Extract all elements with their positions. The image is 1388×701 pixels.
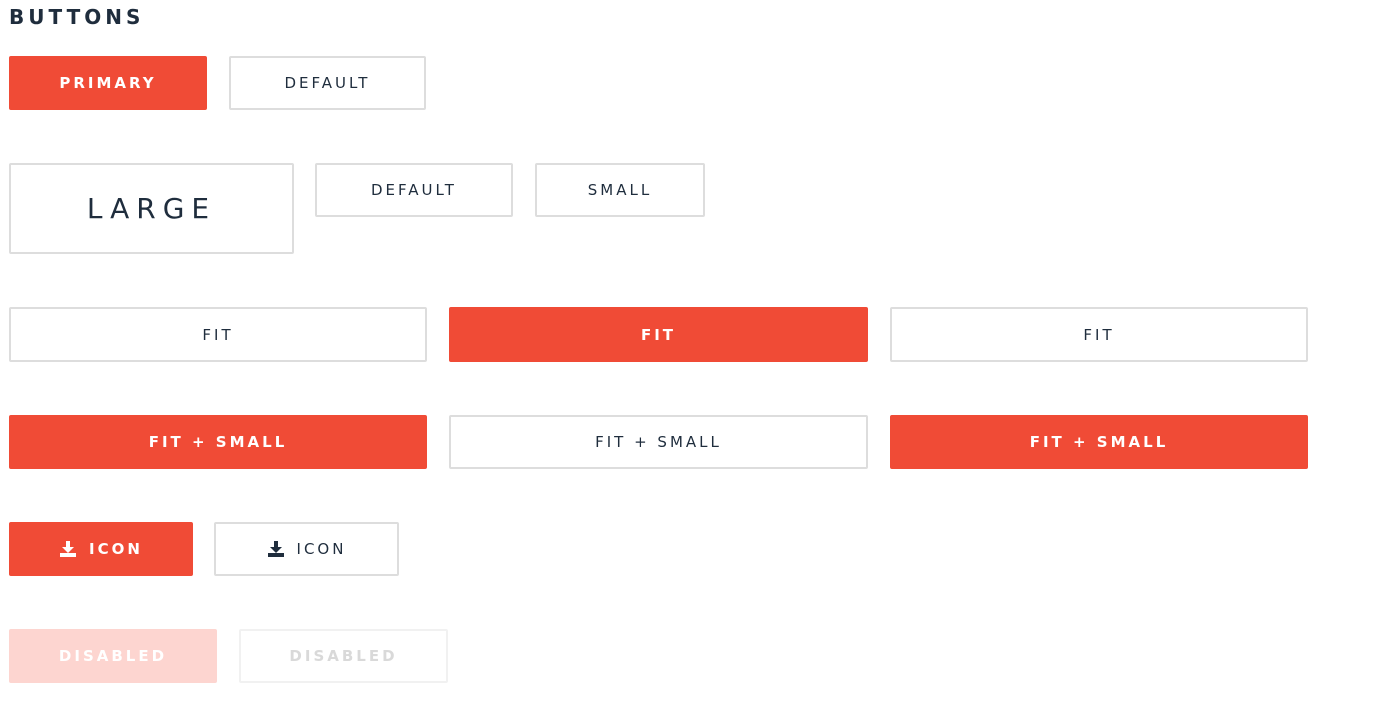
- default-button-label: DEFAULT: [284, 74, 371, 92]
- icon-default-button-label: ICON: [296, 540, 347, 558]
- fit-small-button-1-label: FIT + SMALL: [148, 433, 288, 451]
- fit-small-button-1[interactable]: FIT + SMALL: [9, 415, 427, 469]
- default-button[interactable]: DEFAULT: [229, 56, 426, 110]
- large-button-label: LARGE: [86, 192, 217, 225]
- fit-button-3[interactable]: FIT: [890, 307, 1308, 362]
- icon-primary-button[interactable]: ICON: [9, 522, 193, 576]
- disabled-default-button-label: DISABLED: [289, 647, 398, 665]
- fit-button-1[interactable]: FIT: [9, 307, 427, 362]
- fit-button-2[interactable]: FIT: [449, 307, 868, 362]
- default-size-button-label: DEFAULT: [371, 181, 457, 199]
- primary-button-label: PRIMARY: [59, 74, 157, 92]
- fit-small-button-3-label: FIT + SMALL: [1029, 433, 1169, 451]
- large-button[interactable]: LARGE: [9, 163, 294, 254]
- download-icon: [267, 541, 285, 557]
- icon-default-button[interactable]: ICON: [214, 522, 399, 576]
- fit-button-2-label: FIT: [640, 325, 677, 344]
- disabled-primary-button-label: DISABLED: [58, 647, 168, 665]
- fit-small-button-3[interactable]: FIT + SMALL: [890, 415, 1308, 469]
- disabled-default-button: DISABLED: [239, 629, 448, 683]
- disabled-primary-button: DISABLED: [9, 629, 217, 683]
- fit-small-button-2[interactable]: FIT + SMALL: [449, 415, 868, 469]
- download-icon: [59, 541, 77, 557]
- fit-button-1-label: FIT: [202, 325, 234, 344]
- small-button-label: SMALL: [587, 181, 653, 199]
- small-button[interactable]: SMALL: [535, 163, 705, 217]
- default-size-button[interactable]: DEFAULT: [315, 163, 513, 217]
- primary-button[interactable]: PRIMARY: [9, 56, 207, 110]
- page-title: BUTTONS: [9, 5, 145, 29]
- icon-primary-button-label: ICON: [89, 540, 143, 558]
- fit-small-button-2-label: FIT + SMALL: [595, 433, 722, 451]
- fit-button-3-label: FIT: [1083, 325, 1115, 344]
